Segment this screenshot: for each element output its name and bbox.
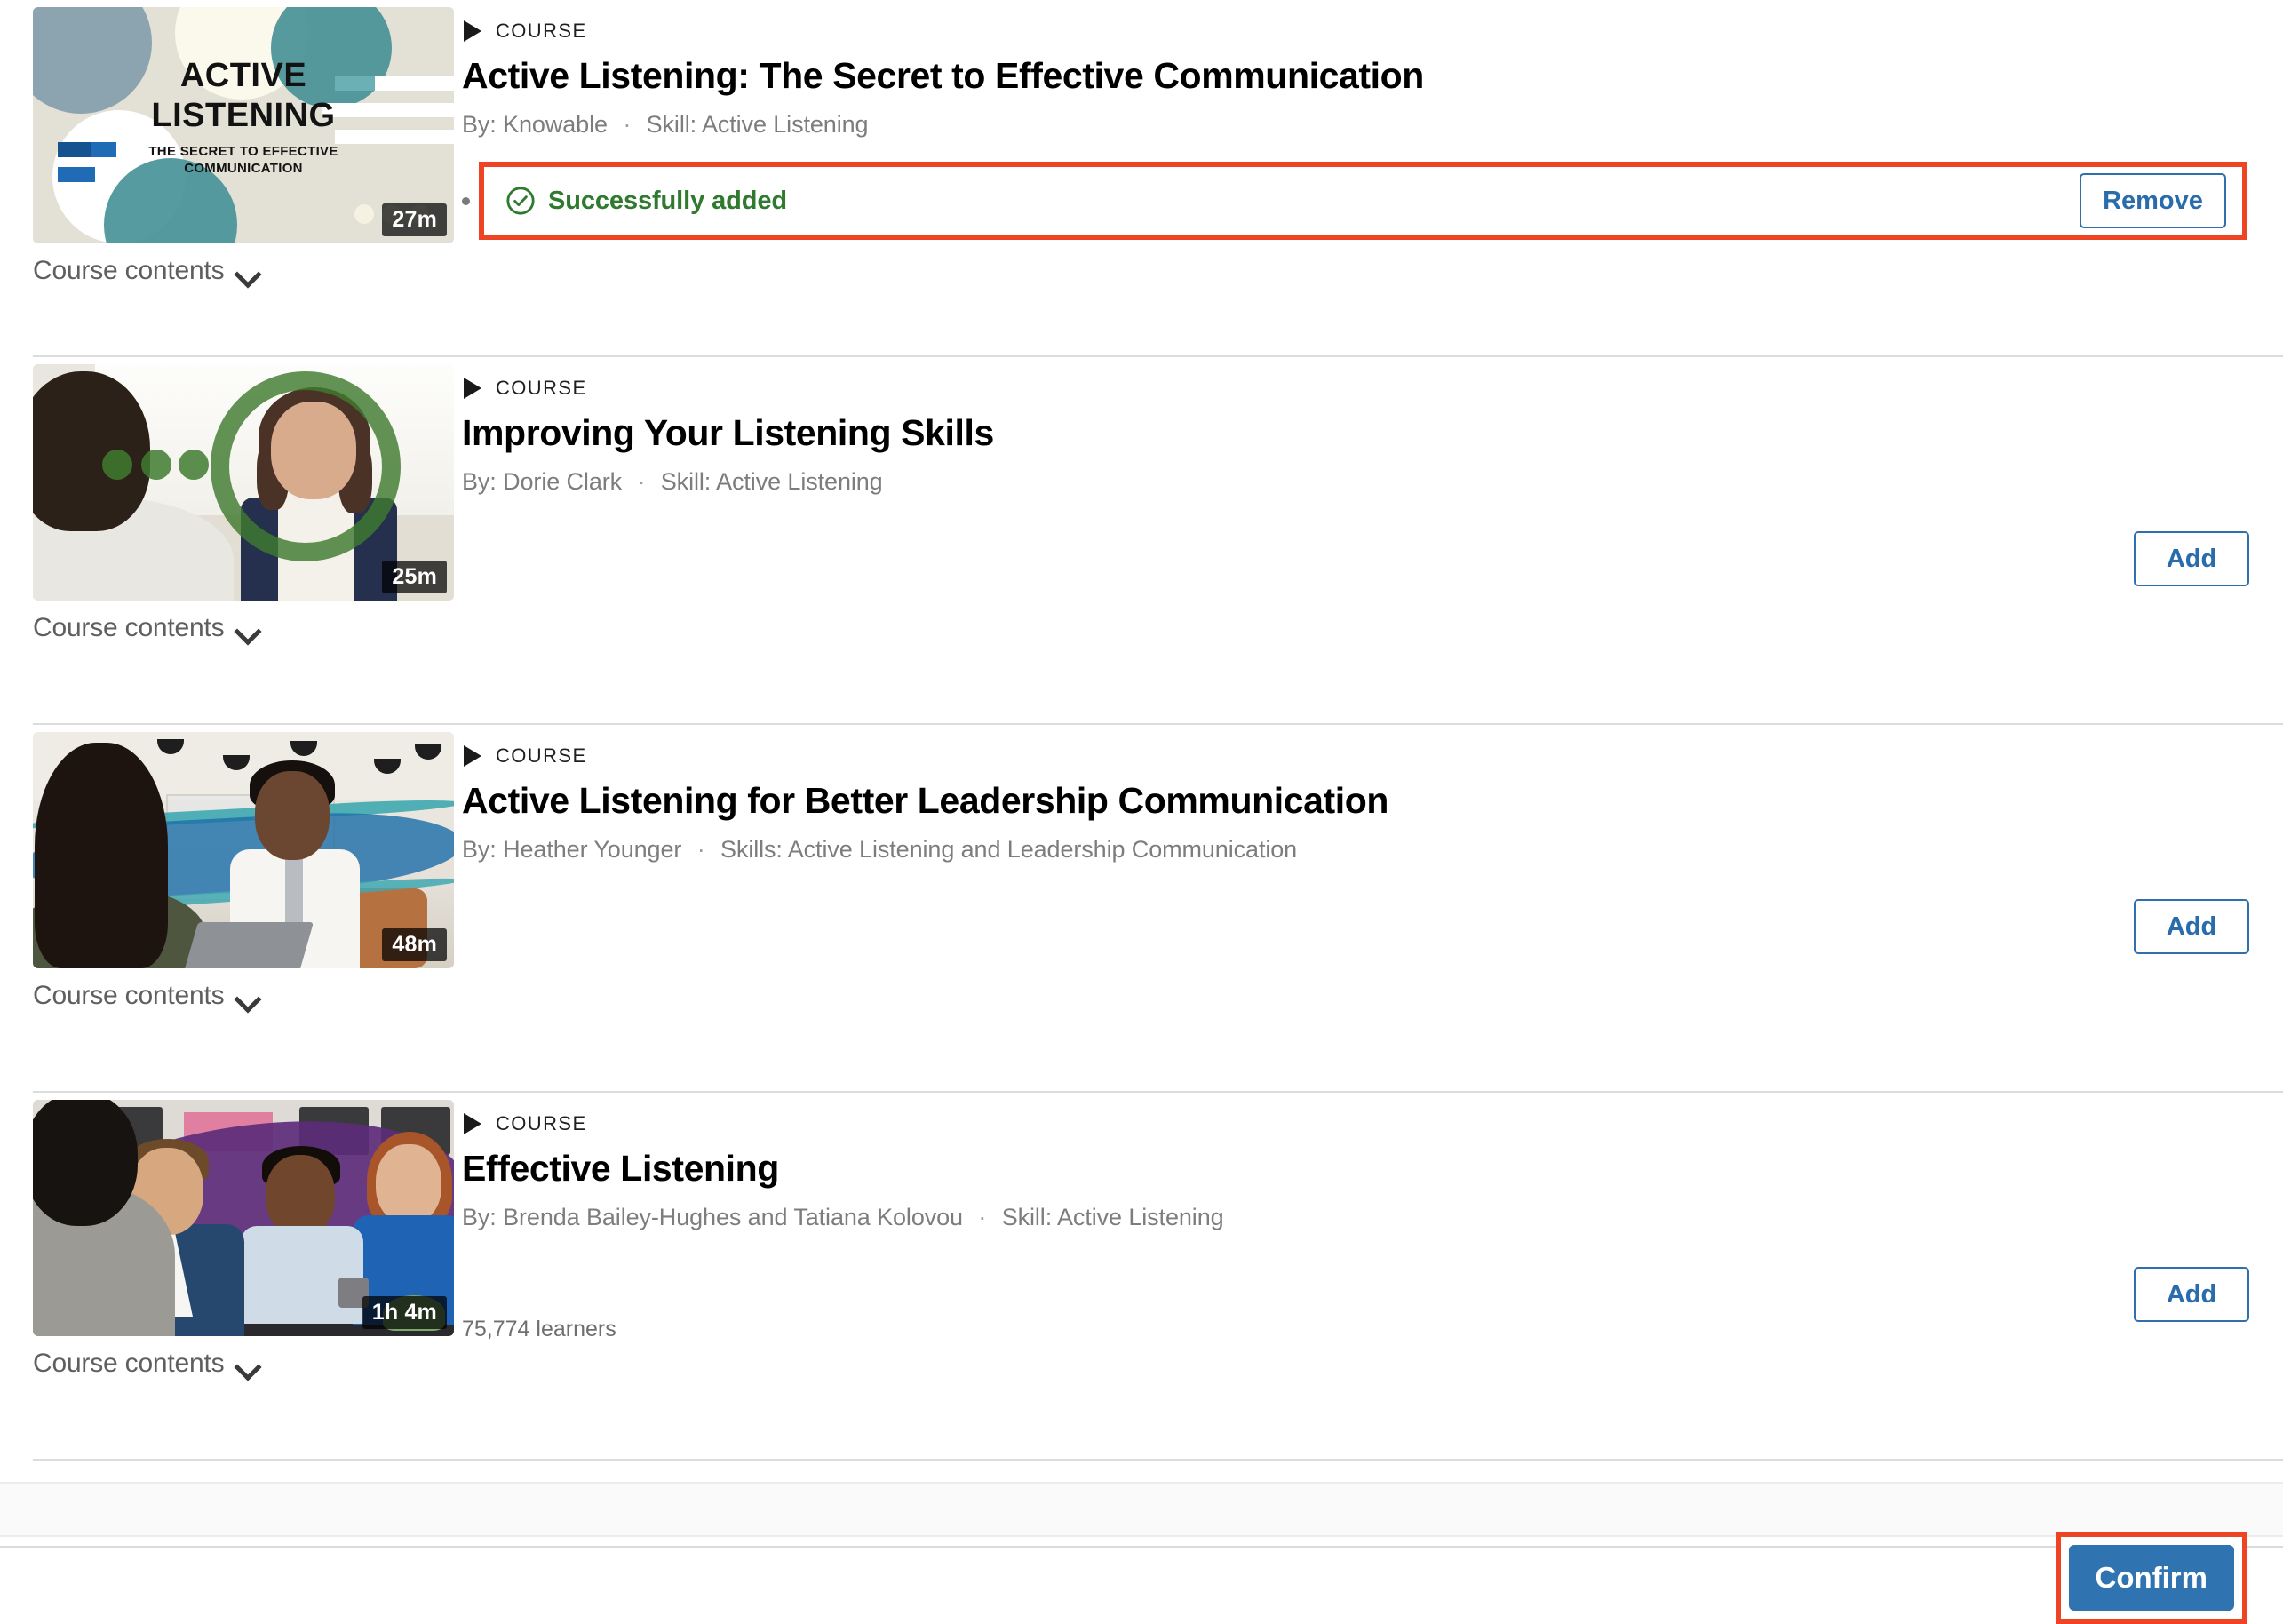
course-row: 1h 4m Course contents COURSE Effective L…	[0, 1093, 2283, 1459]
course-list: ACTIVE LISTENING THE SECRET TO EFFECTIVE…	[0, 0, 2283, 1461]
chevron-down-icon	[236, 990, 259, 1003]
course-kicker: COURSE	[462, 377, 2247, 400]
course-contents-label: Course contents	[33, 613, 225, 642]
byline-separator: ·	[696, 836, 705, 864]
check-circle-icon	[506, 187, 535, 215]
course-byline: By: Dorie Clark · Skill: Active Listenin…	[462, 468, 2247, 496]
course-kicker-label: COURSE	[496, 744, 587, 767]
status-highlight-box: Successfully added Remove	[479, 162, 2247, 241]
byline-separator: ·	[637, 468, 646, 496]
play-icon	[464, 1113, 481, 1134]
thumbnail-title-line-1: ACTIVE	[179, 57, 307, 94]
duration-badge: 48m	[382, 928, 447, 961]
course-info-column: COURSE Active Listening: The Secret to E…	[462, 0, 2283, 355]
row-separator	[33, 1459, 2283, 1461]
status-bullet	[462, 196, 470, 205]
course-kicker-label: COURSE	[496, 377, 587, 399]
thumbnail-title-line-3: THE SECRET TO EFFECTIVE	[148, 144, 338, 159]
course-kicker-label: COURSE	[496, 20, 587, 42]
course-contents-toggle[interactable]: Course contents	[33, 256, 259, 286]
course-thumbnail[interactable]: 48m	[33, 732, 454, 968]
course-thumbnail-column: 48m Course contents	[0, 725, 462, 1091]
duration-badge: 1h 4m	[362, 1296, 447, 1329]
course-kicker: COURSE	[462, 744, 2247, 768]
course-byline: By: Knowable · Skill: Active Listening	[462, 111, 2247, 139]
course-author: By: Brenda Bailey-Hughes and Tatiana Kol…	[462, 1204, 963, 1231]
course-skill: Skill: Active Listening	[1001, 1204, 1224, 1231]
course-title[interactable]: Active Listening for Better Leadership C…	[462, 780, 2247, 822]
course-thumbnail-column: 25m Course contents	[0, 357, 462, 723]
course-contents-label: Course contents	[33, 981, 225, 1010]
course-author: By: Knowable	[462, 111, 608, 139]
course-thumbnail[interactable]: 25m	[33, 364, 454, 601]
course-thumbnail[interactable]: 1h 4m	[33, 1100, 454, 1336]
course-row: ACTIVE LISTENING THE SECRET TO EFFECTIVE…	[0, 0, 2283, 355]
add-button[interactable]: Add	[2134, 899, 2249, 954]
duration-badge: 25m	[382, 561, 447, 593]
course-contents-label: Course contents	[33, 1349, 225, 1378]
course-kicker: COURSE	[462, 20, 2247, 43]
course-contents-toggle[interactable]: Course contents	[33, 981, 259, 1011]
duration-badge: 27m	[382, 203, 447, 236]
course-info-column: COURSE Active Listening for Better Leade…	[462, 725, 2283, 1091]
course-title[interactable]: Effective Listening	[462, 1148, 2247, 1190]
course-thumbnail[interactable]: ACTIVE LISTENING THE SECRET TO EFFECTIVE…	[33, 7, 454, 243]
course-byline: By: Brenda Bailey-Hughes and Tatiana Kol…	[462, 1204, 2247, 1231]
course-contents-toggle[interactable]: Course contents	[33, 613, 259, 643]
add-button[interactable]: Add	[2134, 1267, 2249, 1322]
byline-separator: ·	[623, 111, 632, 139]
course-byline: By: Heather Younger · Skills: Active Lis…	[462, 836, 2247, 864]
status-message: Successfully added	[505, 186, 787, 216]
course-skill: Skill: Active Listening	[646, 111, 869, 139]
course-info-column: COURSE Effective Listening By: Brenda Ba…	[462, 1093, 2283, 1459]
chevron-down-icon	[236, 265, 259, 278]
footer-actions: Confirm	[0, 1532, 2283, 1624]
remove-button[interactable]: Remove	[2080, 173, 2226, 229]
byline-separator: ·	[978, 1204, 987, 1231]
footer-band	[0, 1482, 2283, 1537]
course-kicker-label: COURSE	[496, 1112, 587, 1134]
course-contents-toggle[interactable]: Course contents	[33, 1349, 259, 1379]
learner-count: 75,774 learners	[462, 1317, 616, 1342]
status-text: Successfully added	[548, 186, 787, 215]
confirm-button[interactable]: Confirm	[2068, 1545, 2234, 1611]
thumbnail-title-line-2: LISTENING	[151, 97, 336, 134]
course-kicker: COURSE	[462, 1112, 2247, 1135]
course-title[interactable]: Improving Your Listening Skills	[462, 412, 2247, 454]
course-skill: Skills: Active Listening and Leadership …	[720, 836, 1298, 864]
course-skill: Skill: Active Listening	[660, 468, 883, 496]
course-thumbnail-column: ACTIVE LISTENING THE SECRET TO EFFECTIVE…	[0, 0, 462, 355]
status-row: Successfully added Remove	[462, 162, 2247, 241]
thumbnail-title-line-4: COMMUNICATION	[184, 161, 303, 176]
course-info-column: COURSE Improving Your Listening Skills B…	[462, 357, 2283, 723]
course-row: 48m Course contents COURSE Active Listen…	[0, 725, 2283, 1091]
chevron-down-icon	[236, 622, 259, 635]
course-author: By: Dorie Clark	[462, 468, 623, 496]
play-icon	[464, 745, 481, 767]
course-title[interactable]: Active Listening: The Secret to Effectiv…	[462, 55, 2247, 97]
course-row: 25m Course contents COURSE Improving You…	[0, 357, 2283, 723]
chevron-down-icon	[236, 1357, 259, 1371]
add-button[interactable]: Add	[2134, 531, 2249, 586]
course-thumbnail-column: 1h 4m Course contents	[0, 1093, 462, 1459]
course-author: By: Heather Younger	[462, 836, 682, 864]
play-icon	[464, 378, 481, 399]
course-contents-label: Course contents	[33, 256, 225, 285]
confirm-highlight-box: Confirm	[2055, 1532, 2247, 1624]
play-icon	[464, 20, 481, 42]
